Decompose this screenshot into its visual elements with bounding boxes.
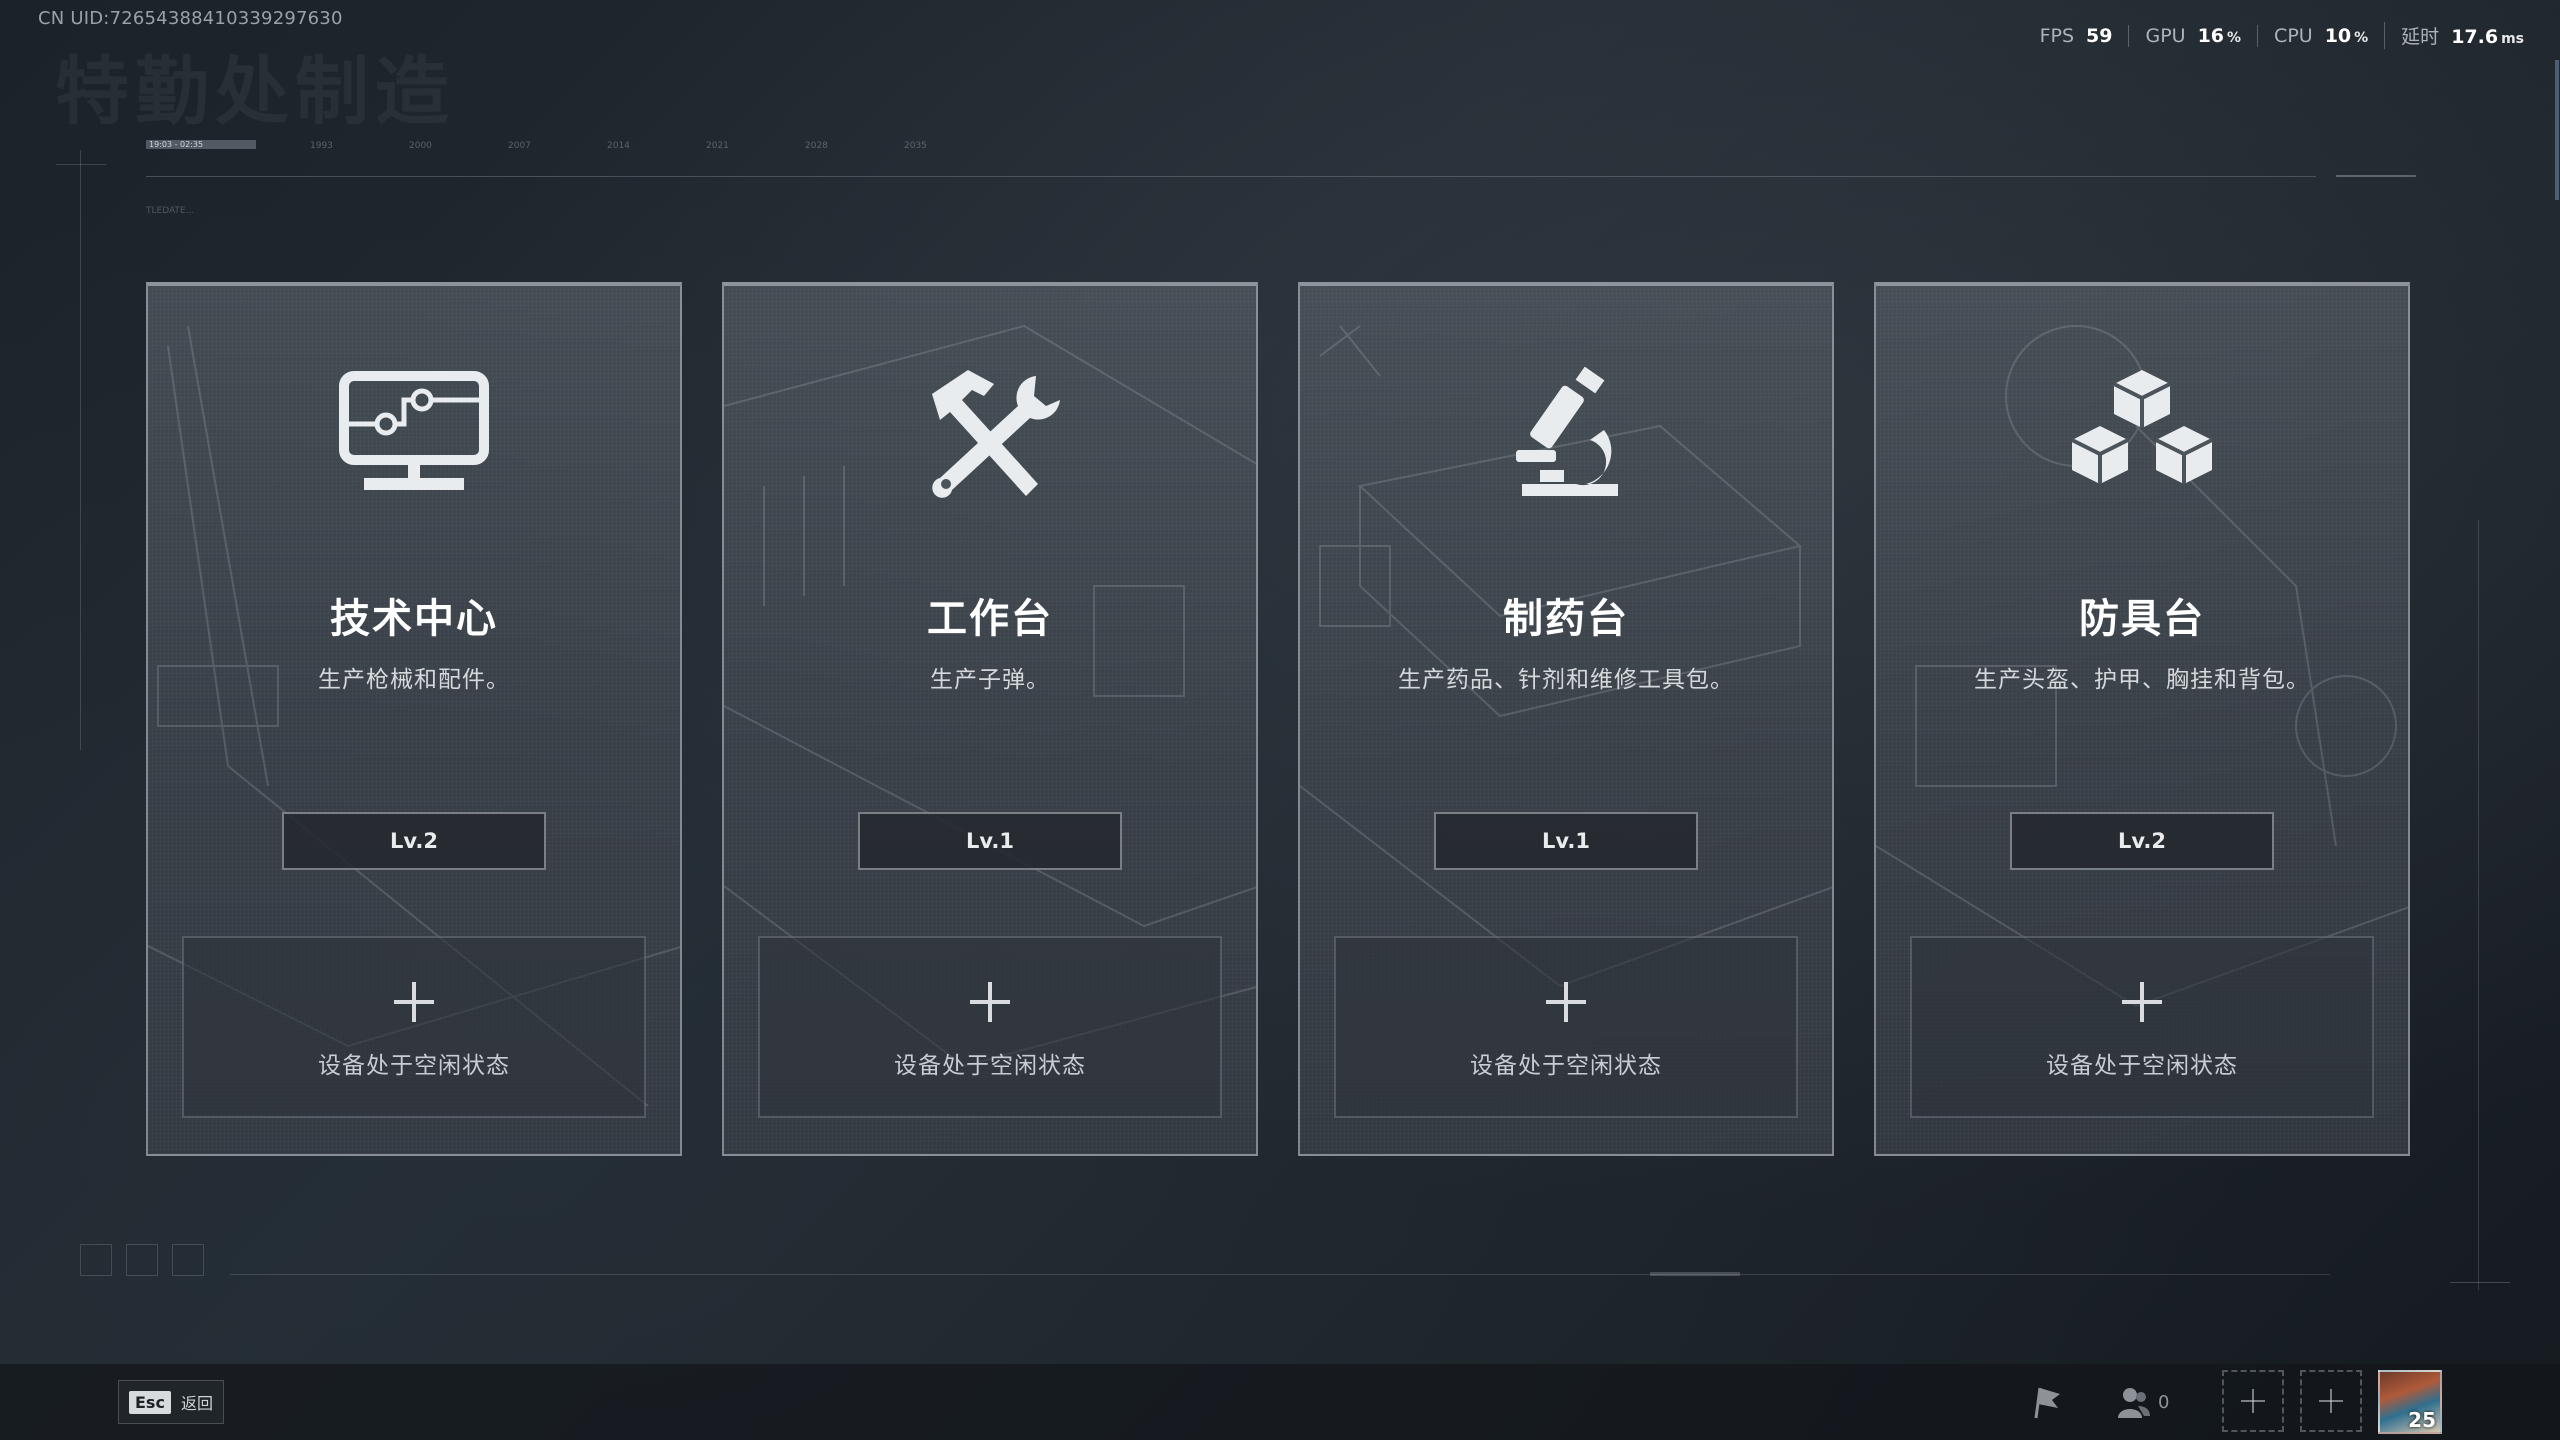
player-uid: CN UID:7265438841033929763​0 (38, 8, 343, 29)
perf-value: 16 (2197, 24, 2225, 47)
scroll-indicator (2555, 60, 2559, 200)
perf-latency: 延时 17.6 ms (2384, 22, 2540, 49)
timeline-tick: 2021 (706, 141, 729, 151)
decorative-box (126, 1244, 158, 1276)
decorative-line (1650, 1272, 1740, 1276)
perf-value: 17.6 (2451, 26, 2499, 48)
team-button[interactable]: 0 (2116, 1380, 2169, 1424)
card-description: 生产子弹。 (930, 667, 1050, 693)
decorative-line (56, 164, 106, 165)
station-card-workbench[interactable]: 工作台 生产子弹。 Lv.1 设备处于空闲状态 (722, 282, 1258, 1156)
station-card-tech-center[interactable]: 技术中心 生产枪械和配件。 Lv.2 设备处于空闲状态 (146, 282, 682, 1156)
decorative-timeline: 19:03 - 02:35 1993 2000 2007 2014 2021 2… (146, 140, 2416, 180)
card-title: 制药台 (1503, 596, 1629, 642)
hammer-wrench-icon (932, 370, 1060, 498)
production-slot[interactable]: 设备处于空闲状态 (182, 936, 646, 1118)
player-level: 25 (2408, 1408, 2436, 1432)
decorative-line (80, 150, 81, 750)
card-title: 工作台 (927, 596, 1053, 642)
production-slot[interactable]: 设备处于空闲状态 (1334, 936, 1798, 1118)
computer-icon (339, 371, 489, 490)
plus-icon (2241, 1389, 2265, 1413)
level-badge: Lv.1 (858, 812, 1122, 870)
perf-gpu: GPU 16 % (2128, 24, 2257, 47)
timeline-tick: 2035 (904, 141, 927, 151)
decorative-box (172, 1244, 204, 1276)
perf-unit: % (2354, 29, 2369, 46)
perf-label: FPS (2039, 24, 2075, 47)
perf-cpu: CPU 10 % (2257, 24, 2384, 47)
production-slot[interactable]: 设备处于空闲状态 (1910, 936, 2374, 1118)
card-description: 生产药品、针剂和维修工具包。 (1398, 667, 1734, 693)
decorative-line (230, 1274, 2330, 1275)
add-teammate-slot[interactable] (2222, 1370, 2284, 1432)
plus-icon (2319, 1389, 2343, 1413)
slot-status-text: 设备处于空闲状态 (318, 1053, 510, 1079)
plus-icon (394, 982, 434, 1022)
back-button[interactable]: Esc 返回 (118, 1380, 224, 1424)
flag-icon[interactable] (2026, 1382, 2066, 1422)
timeline-tick: 1993 (310, 141, 333, 151)
back-label: 返回 (180, 1394, 213, 1413)
perf-fps: FPS 59 (2024, 25, 2129, 47)
perf-unit: % (2227, 29, 2242, 46)
decorative-line (2478, 520, 2479, 1290)
slot-status-text: 设备处于空闲状态 (894, 1053, 1086, 1079)
level-badge: Lv.2 (282, 812, 546, 870)
slot-status-text: 设备处于空闲状态 (2046, 1053, 2238, 1079)
perf-value: 10 (2324, 24, 2352, 47)
card-title: 防具台 (2079, 596, 2205, 642)
production-slot[interactable]: 设备处于空闲状态 (758, 936, 1222, 1118)
team-count: 0 (2158, 1391, 2170, 1413)
timeline-tick: 2000 (409, 141, 432, 151)
plus-icon (2122, 982, 2162, 1022)
decorative-line (2450, 1282, 2510, 1283)
station-card-armor[interactable]: 防具台 生产头盔、护甲、胸挂和背包。 Lv.2 设备处于空闲状态 (1874, 282, 2410, 1156)
decorative-box (80, 1244, 112, 1276)
performance-stats: FPS 59 GPU 16 % CPU 10 % 延时 17.6 ms (2024, 22, 2540, 49)
timeline-line-end (2336, 175, 2416, 177)
background-watermark-title: 特勤处制造 (55, 49, 455, 135)
decorative-footer-lines (80, 1244, 2440, 1284)
plus-icon (970, 982, 1010, 1022)
level-badge: Lv.1 (1434, 812, 1698, 870)
add-teammate-slot[interactable] (2300, 1370, 2362, 1432)
perf-unit: ms (2501, 31, 2524, 47)
microscope-icon (1516, 366, 1618, 496)
cubes-icon (2071, 370, 2213, 484)
station-card-pharmacy[interactable]: 制药台 生产药品、针剂和维修工具包。 Lv.1 设备处于空闲状态 (1298, 282, 1834, 1156)
timeline-tick: 2007 (508, 141, 531, 151)
timeline-line (146, 176, 2316, 177)
card-description: 生产头盔、护甲、胸挂和背包。 (1974, 667, 2310, 693)
plus-icon (1546, 982, 1586, 1022)
bottom-bar (0, 1364, 2560, 1440)
timeline-caption: TLEDATE... (146, 206, 195, 216)
timeline-tick: 2014 (607, 141, 630, 151)
timeline-active-range: 19:03 - 02:35 (146, 140, 256, 149)
perf-label: CPU (2274, 24, 2313, 47)
player-avatar[interactable]: 25 (2378, 1370, 2442, 1434)
level-badge: Lv.2 (2010, 812, 2274, 870)
perf-label: GPU (2145, 24, 2186, 47)
timeline-tick: 2028 (805, 141, 828, 151)
perf-value: 59 (2086, 24, 2113, 47)
slot-status-text: 设备处于空闲状态 (1470, 1053, 1662, 1079)
esc-key-hint: Esc (129, 1390, 171, 1414)
card-description: 生产枪械和配件。 (318, 667, 510, 693)
perf-label: 延时 (2401, 26, 2440, 48)
team-icon (2118, 1388, 2150, 1418)
card-title: 技术中心 (330, 596, 498, 642)
